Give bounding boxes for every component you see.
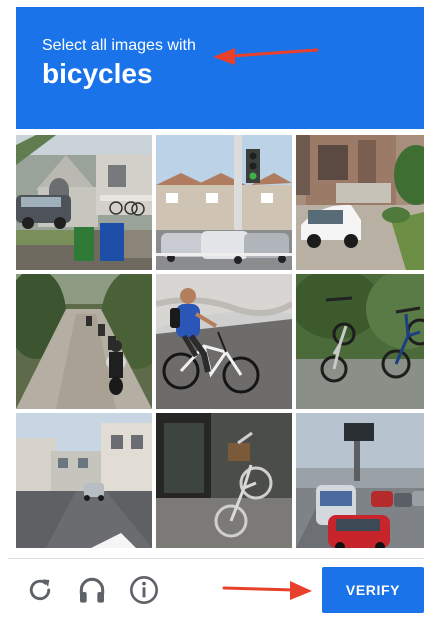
info-icon[interactable] [126, 572, 162, 608]
image-tile-9[interactable] [296, 413, 424, 548]
image-tile-2[interactable] [156, 135, 292, 270]
verify-button[interactable]: VERIFY [322, 567, 424, 613]
image-tile-8[interactable] [156, 413, 292, 548]
image-tile-4[interactable] [16, 274, 152, 409]
challenge-target-object: bicycles [42, 58, 153, 89]
reload-icon[interactable] [22, 572, 58, 608]
image-tile-1[interactable] [16, 135, 152, 270]
image-tile-5[interactable] [156, 274, 292, 409]
challenge-header: Select all images with bicycles [16, 7, 424, 129]
audio-headphones-icon[interactable] [74, 572, 110, 608]
image-tile-6[interactable] [296, 274, 424, 409]
image-tile-7[interactable] [16, 413, 152, 548]
challenge-instruction: Select all images with [42, 37, 196, 54]
image-grid [16, 135, 424, 552]
footer-divider [8, 558, 424, 559]
annotation-arrow-verify [222, 581, 312, 600]
image-tile-3[interactable] [296, 135, 424, 270]
